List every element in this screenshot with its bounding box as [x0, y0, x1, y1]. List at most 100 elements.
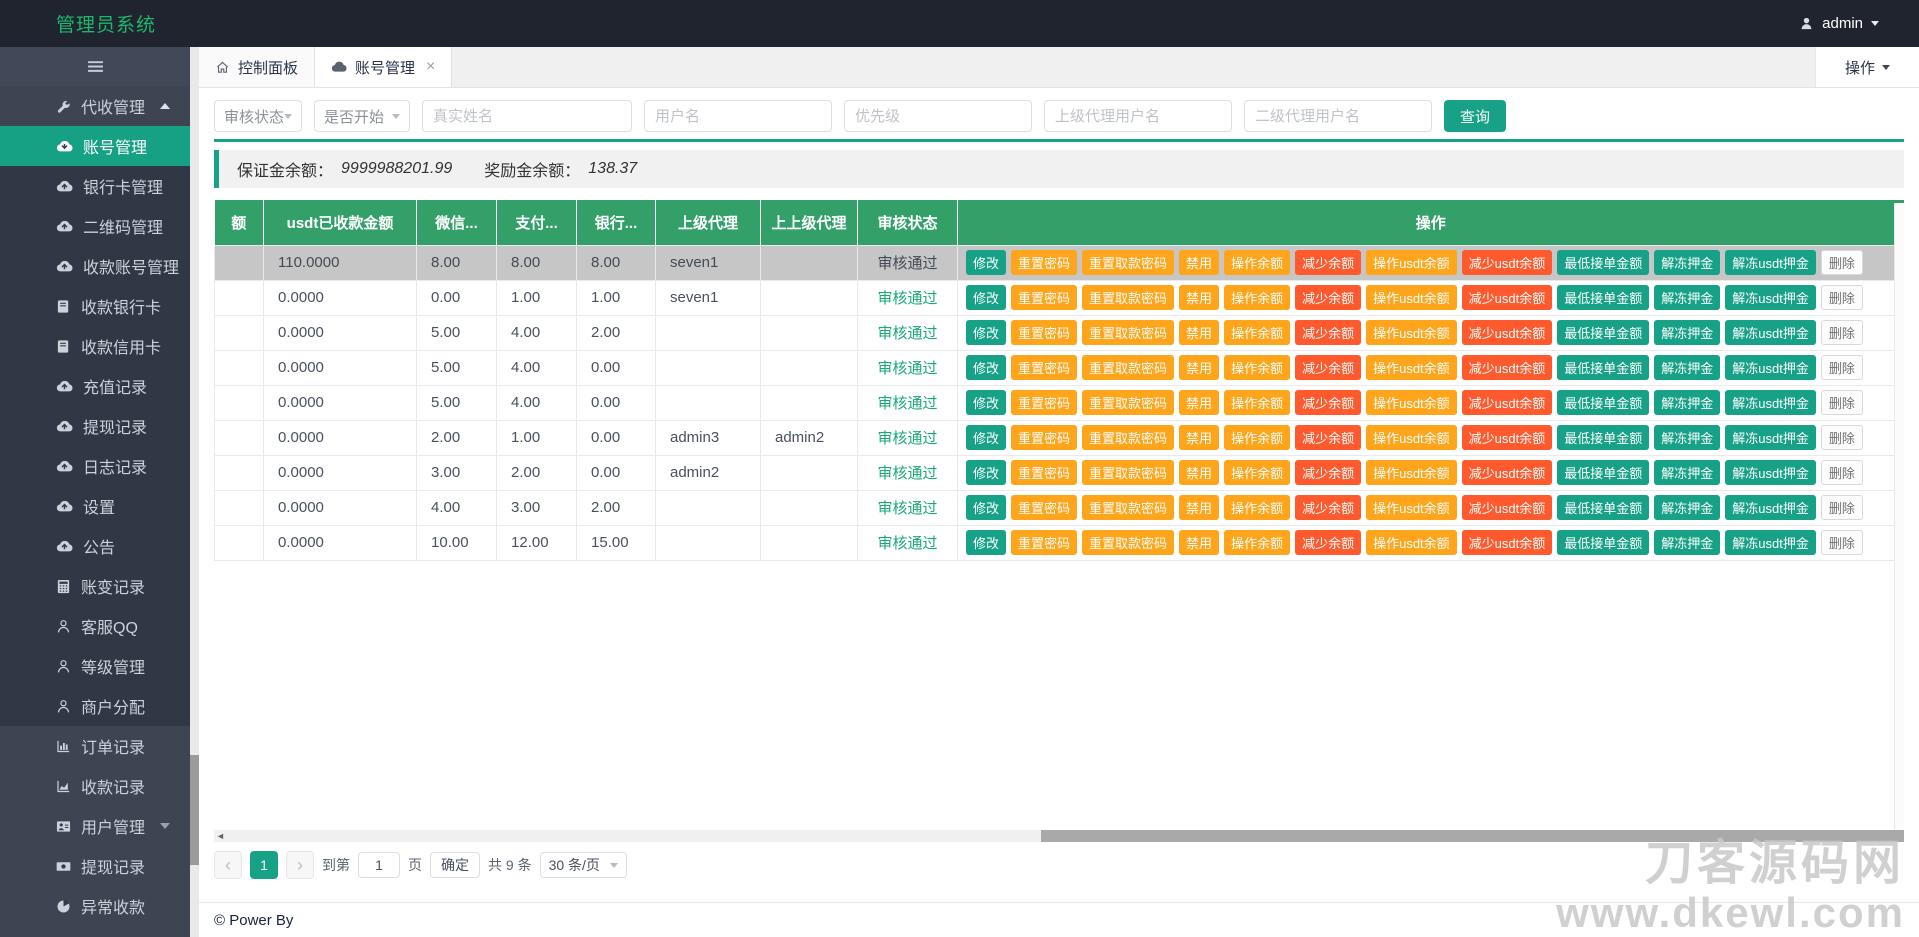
- row-action-10-button[interactable]: 解冻usdt押金: [1725, 425, 1816, 450]
- row-action-8-button[interactable]: 最低接单金额: [1557, 425, 1650, 450]
- filter-input-4[interactable]: [844, 100, 1032, 132]
- row-action-11-button[interactable]: 删除: [1820, 425, 1863, 450]
- row-action-0-button[interactable]: 修改: [966, 495, 1007, 520]
- row-action-10-button[interactable]: 解冻usdt押金: [1725, 530, 1816, 555]
- confirm-page-button[interactable]: 确定: [430, 852, 480, 878]
- row-action-4-button[interactable]: 操作余额: [1224, 495, 1291, 520]
- row-action-8-button[interactable]: 最低接单金额: [1557, 355, 1650, 380]
- sidebar-item-bankcard-management[interactable]: 银行卡管理: [0, 166, 190, 206]
- sidebar-item-receiving-bankcard[interactable]: 收款银行卡: [0, 286, 190, 326]
- row-action-9-button[interactable]: 解冻押金: [1654, 285, 1721, 310]
- row-action-3-button[interactable]: 禁用: [1179, 460, 1220, 485]
- row-action-1-button[interactable]: 重置密码: [1011, 425, 1078, 450]
- filter-select-1[interactable]: 是否开始: [314, 100, 410, 132]
- row-action-3-button[interactable]: 禁用: [1179, 285, 1220, 310]
- row-action-7-button[interactable]: 减少usdt余额: [1461, 390, 1553, 415]
- sidebar-item-receiving-account-management[interactable]: 收款账号管理: [0, 246, 190, 286]
- row-action-11-button[interactable]: 删除: [1820, 390, 1863, 415]
- row-action-2-button[interactable]: 重置取款密码: [1082, 495, 1175, 520]
- row-action-11-button[interactable]: 删除: [1820, 250, 1863, 275]
- row-action-3-button[interactable]: 禁用: [1179, 425, 1220, 450]
- prev-page-button[interactable]: ‹: [214, 851, 242, 879]
- scroll-left-icon[interactable]: ◄: [216, 830, 225, 842]
- row-action-9-button[interactable]: 解冻押金: [1654, 460, 1721, 485]
- row-action-2-button[interactable]: 重置取款密码: [1082, 425, 1175, 450]
- row-action-0-button[interactable]: 修改: [966, 355, 1007, 380]
- row-action-4-button[interactable]: 操作余额: [1224, 250, 1291, 275]
- tab-account-management[interactable]: 账号管理 ×: [315, 47, 453, 87]
- table-row[interactable]: 0.0000 5.00 4.00 0.00 审核通过 修改 重置密码 重置取款密码 禁用 操作余额…: [214, 384, 1904, 421]
- row-action-9-button[interactable]: 解冻押金: [1654, 320, 1721, 345]
- search-button[interactable]: 查询: [1444, 100, 1506, 132]
- row-action-6-button[interactable]: 操作usdt余额: [1366, 530, 1457, 555]
- row-action-1-button[interactable]: 重置密码: [1011, 495, 1078, 520]
- row-action-8-button[interactable]: 最低接单金额: [1557, 320, 1650, 345]
- row-action-7-button[interactable]: 减少usdt余额: [1461, 530, 1553, 555]
- row-action-1-button[interactable]: 重置密码: [1011, 355, 1078, 380]
- row-action-6-button[interactable]: 操作usdt余额: [1366, 285, 1457, 310]
- row-action-9-button[interactable]: 解冻押金: [1654, 390, 1721, 415]
- actions-dropdown[interactable]: 操作: [1815, 47, 1919, 87]
- row-action-0-button[interactable]: 修改: [966, 425, 1007, 450]
- row-action-9-button[interactable]: 解冻押金: [1654, 425, 1721, 450]
- row-action-10-button[interactable]: 解冻usdt押金: [1725, 495, 1816, 520]
- filter-input-6[interactable]: [1244, 100, 1432, 132]
- horizontal-scrollbar-thumb[interactable]: [1041, 830, 1904, 842]
- row-action-8-button[interactable]: 最低接单金额: [1557, 530, 1650, 555]
- row-action-2-button[interactable]: 重置取款密码: [1082, 530, 1175, 555]
- row-action-7-button[interactable]: 减少usdt余额: [1461, 285, 1553, 310]
- sidebar-item-collection-management[interactable]: 代收管理: [0, 86, 190, 126]
- row-action-2-button[interactable]: 重置取款密码: [1082, 390, 1175, 415]
- filter-select-0[interactable]: 审核状态: [214, 100, 302, 132]
- sidebar-item-user-management[interactable]: 用户管理: [0, 806, 190, 846]
- sidebar-item-receiving-records[interactable]: 收款记录: [0, 766, 190, 806]
- table-vertical-scrollbar[interactable]: [1894, 203, 1904, 830]
- row-action-7-button[interactable]: 减少usdt余额: [1461, 320, 1553, 345]
- row-action-1-button[interactable]: 重置密码: [1011, 390, 1078, 415]
- page-scrollbar-thumb[interactable]: [190, 755, 199, 865]
- table-row[interactable]: 0.0000 3.00 2.00 0.00 admin2 审核通过 修改 重置密码 重置取款密码…: [214, 454, 1904, 491]
- row-action-10-button[interactable]: 解冻usdt押金: [1725, 285, 1816, 310]
- row-action-4-button[interactable]: 操作余额: [1224, 460, 1291, 485]
- row-action-11-button[interactable]: 删除: [1820, 320, 1863, 345]
- current-page-button[interactable]: 1: [250, 851, 278, 879]
- sidebar-item-qrcode-management[interactable]: 二维码管理: [0, 206, 190, 246]
- row-action-10-button[interactable]: 解冻usdt押金: [1725, 320, 1816, 345]
- row-action-3-button[interactable]: 禁用: [1179, 530, 1220, 555]
- row-action-2-button[interactable]: 重置取款密码: [1082, 320, 1175, 345]
- row-action-2-button[interactable]: 重置取款密码: [1082, 355, 1175, 380]
- row-action-5-button[interactable]: 减少余额: [1295, 355, 1362, 380]
- table-row[interactable]: 0.0000 2.00 1.00 0.00 admin3 admin2 审核通过 修改 重置密码…: [214, 419, 1904, 456]
- row-action-1-button[interactable]: 重置密码: [1011, 320, 1078, 345]
- row-action-9-button[interactable]: 解冻押金: [1654, 530, 1721, 555]
- row-action-5-button[interactable]: 减少余额: [1295, 390, 1362, 415]
- filter-input-2[interactable]: [422, 100, 632, 132]
- row-action-11-button[interactable]: 删除: [1820, 355, 1863, 380]
- table-row[interactable]: 0.0000 5.00 4.00 0.00 审核通过 修改 重置密码 重置取款密码 禁用 操作余额…: [214, 349, 1904, 386]
- row-action-0-button[interactable]: 修改: [966, 460, 1007, 485]
- row-action-10-button[interactable]: 解冻usdt押金: [1725, 390, 1816, 415]
- table-row[interactable]: 110.0000 8.00 8.00 8.00 seven1 审核通过 修改 重置密码 重置取款…: [214, 244, 1904, 281]
- filter-input-3[interactable]: [644, 100, 832, 132]
- row-action-10-button[interactable]: 解冻usdt押金: [1725, 250, 1816, 275]
- row-action-9-button[interactable]: 解冻押金: [1654, 250, 1721, 275]
- next-page-button[interactable]: ›: [286, 851, 314, 879]
- sidebar-item-level-management[interactable]: 等级管理: [0, 646, 190, 686]
- row-action-7-button[interactable]: 减少usdt余额: [1461, 460, 1553, 485]
- goto-page-input[interactable]: [358, 852, 400, 878]
- row-action-7-button[interactable]: 减少usdt余额: [1461, 495, 1553, 520]
- sidebar-item-withdraw-records-2[interactable]: 提现记录: [0, 846, 190, 886]
- row-action-4-button[interactable]: 操作余额: [1224, 320, 1291, 345]
- row-action-2-button[interactable]: 重置取款密码: [1082, 285, 1175, 310]
- sidebar-item-log-records[interactable]: 日志记录: [0, 446, 190, 486]
- row-action-8-button[interactable]: 最低接单金额: [1557, 250, 1650, 275]
- row-action-1-button[interactable]: 重置密码: [1011, 250, 1078, 275]
- row-action-11-button[interactable]: 删除: [1820, 460, 1863, 485]
- row-action-7-button[interactable]: 减少usdt余额: [1461, 250, 1553, 275]
- row-action-6-button[interactable]: 操作usdt余额: [1366, 425, 1457, 450]
- sidebar-item-settings[interactable]: 设置: [0, 486, 190, 526]
- row-action-0-button[interactable]: 修改: [966, 530, 1007, 555]
- row-action-2-button[interactable]: 重置取款密码: [1082, 460, 1175, 485]
- sidebar-item-order-records[interactable]: 订单记录: [0, 726, 190, 766]
- row-action-5-button[interactable]: 减少余额: [1295, 285, 1362, 310]
